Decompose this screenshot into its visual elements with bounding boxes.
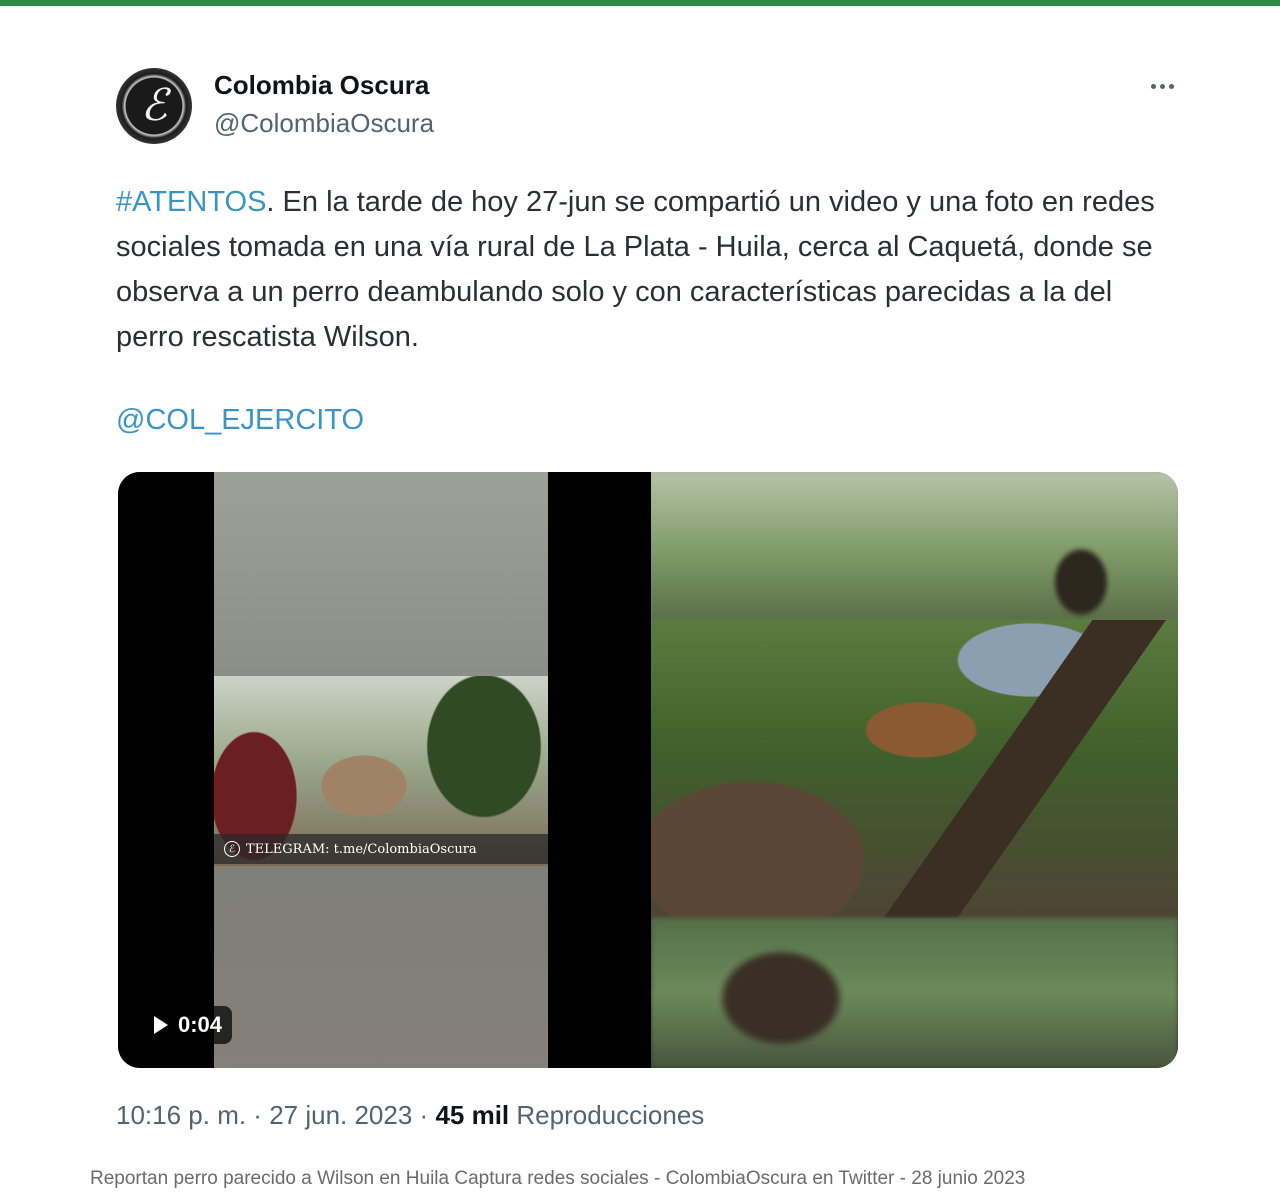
video-duration-badge[interactable]: 0:04 xyxy=(140,1006,233,1044)
photo-blurred-top xyxy=(651,472,1178,620)
play-icon xyxy=(154,1016,168,1034)
meta-separator: · xyxy=(246,1100,270,1130)
image-caption: Reportan perro parecido a Wilson en Huil… xyxy=(90,1168,1026,1189)
author-handle[interactable]: @ColombiaOscura xyxy=(214,108,434,139)
views-count: 45 mil xyxy=(435,1100,510,1130)
watermark-text: TELEGRAM: t.me/ColombiaOscura xyxy=(246,841,477,857)
telegram-logo-icon: ℰ xyxy=(224,841,240,857)
video-watermark: ℰ TELEGRAM: t.me/ColombiaOscura xyxy=(214,834,548,864)
mention-link[interactable]: @COL_EJERCITO xyxy=(116,404,364,437)
photo-dog[interactable] xyxy=(651,472,1178,1068)
tweet-meta: 10:16 p. m. · 27 jun. 2023 · 45 mil Repr… xyxy=(116,1100,704,1131)
dot-icon xyxy=(1168,83,1174,89)
dot-icon xyxy=(1159,83,1165,89)
author-display-name[interactable]: Colombia Oscura xyxy=(214,70,429,101)
media-grid: ℰ TELEGRAM: t.me/ColombiaOscura 0:04 xyxy=(118,472,1178,1068)
avatar-logo-icon: ℰ xyxy=(140,80,168,131)
photo-main-image xyxy=(651,620,1178,918)
views-label[interactable]: Reproducciones xyxy=(516,1100,704,1130)
avatar[interactable]: ℰ xyxy=(116,68,192,144)
tweet-text: #ATENTOS. En la tarde de hoy 27-jun se c… xyxy=(116,180,1166,360)
video-player[interactable]: ℰ TELEGRAM: t.me/ColombiaOscura 0:04 xyxy=(118,472,646,1068)
dot-icon xyxy=(1150,83,1156,89)
photo-blurred-bottom xyxy=(651,918,1178,1068)
hashtag-link[interactable]: #ATENTOS xyxy=(116,186,266,218)
video-duration: 0:04 xyxy=(178,1012,223,1037)
top-accent-bar xyxy=(0,0,1280,6)
more-options-icon[interactable] xyxy=(1144,72,1180,100)
meta-separator: · xyxy=(412,1100,436,1130)
tweet-body: . En la tarde de hoy 27-jun se compartió… xyxy=(116,186,1155,353)
tweet-date[interactable]: 27 jun. 2023 xyxy=(269,1100,412,1130)
tweet-time[interactable]: 10:16 p. m. xyxy=(116,1100,246,1130)
